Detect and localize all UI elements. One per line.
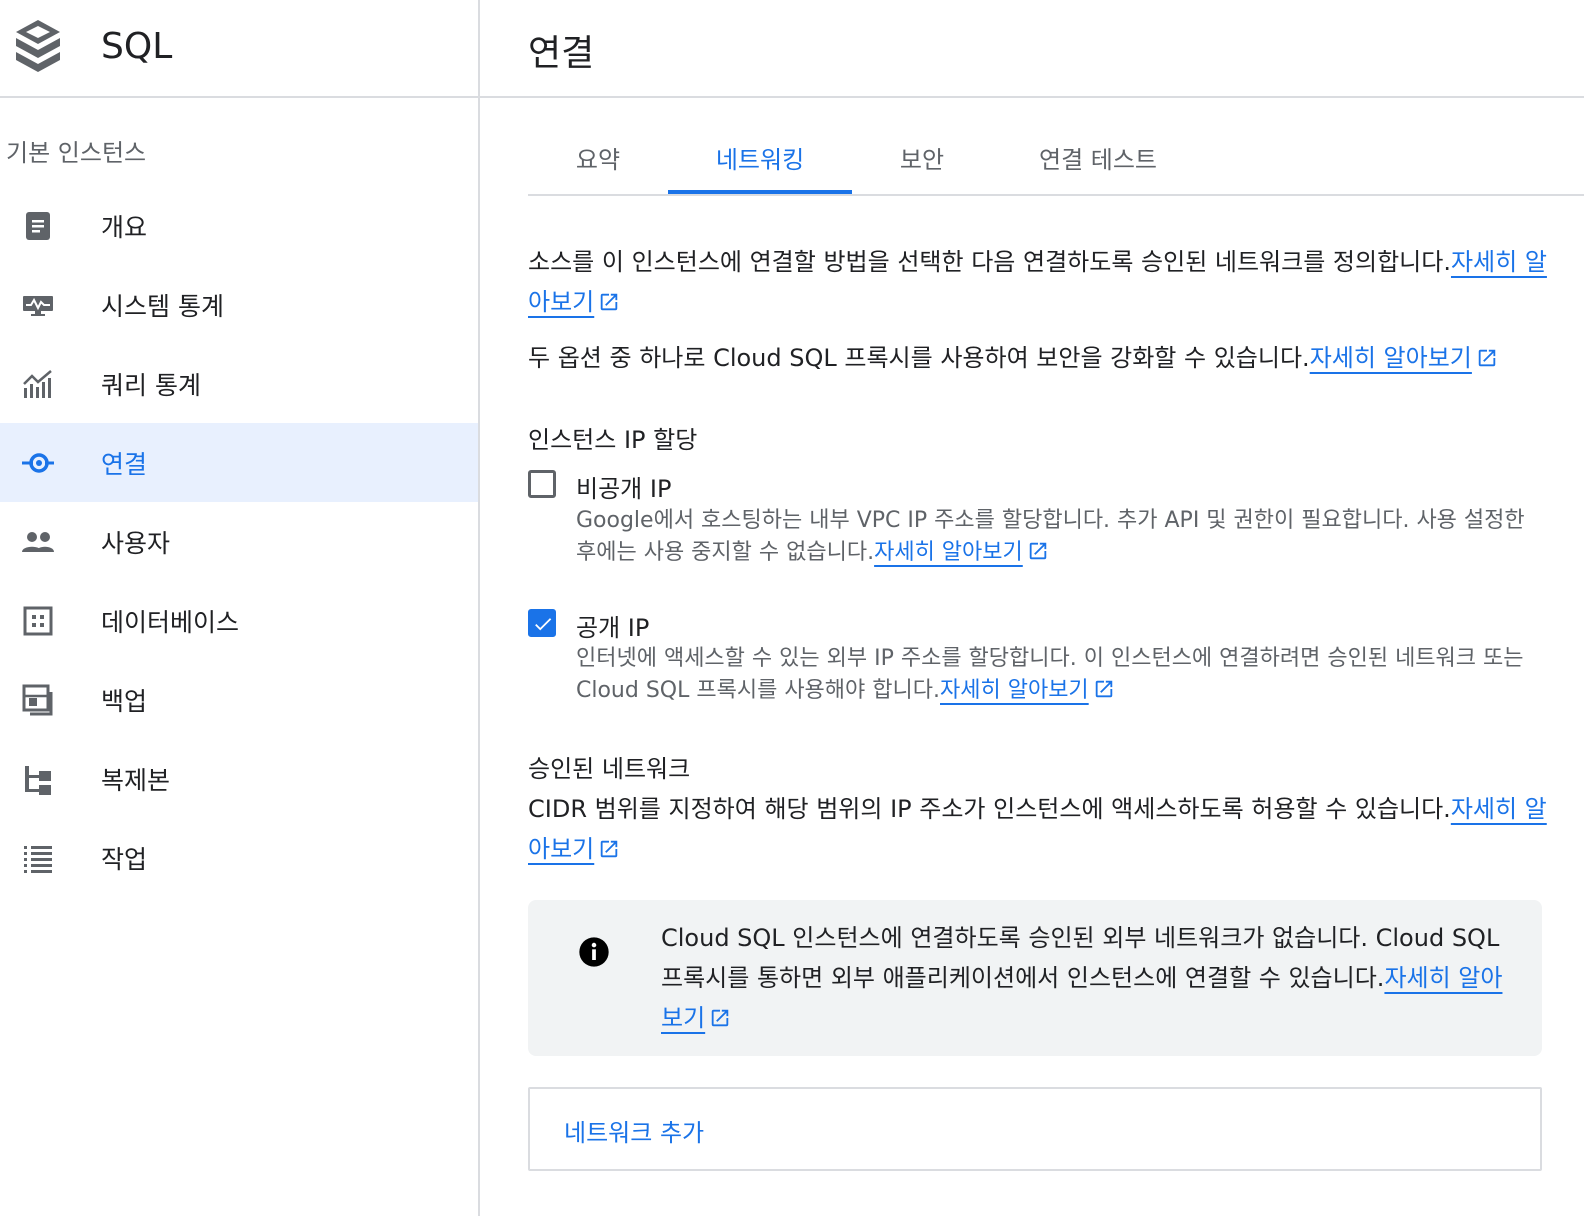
sidebar-item-label: 복제본: [101, 766, 171, 795]
external-link-icon: [601, 293, 618, 311]
add-network-button[interactable]: 네트워크 추가: [528, 1087, 1542, 1171]
sidebar-item-overview[interactable]: 개요: [0, 186, 478, 265]
tab-bar: 요약 네트워킹 보안 연결 테스트: [528, 120, 1584, 196]
chart-icon: [23, 370, 52, 398]
connection-icon: [22, 453, 54, 473]
backup-icon: [22, 684, 53, 716]
sidebar-item-label: 개요: [101, 213, 148, 242]
private-ip-description-text: Google에서 호스팅하는 내부 VPC IP 주소를 할당합니다. 추가 A…: [576, 508, 1525, 565]
sidebar-item-backups[interactable]: 백업: [0, 660, 478, 739]
sidebar-item-system-stats[interactable]: 시스템 통계: [0, 265, 478, 344]
sidebar-nav: 개요 시스템 통계 쿼리 통계 연결 사용자 데이터베이스 백업 복제본 작업: [0, 186, 478, 897]
private-ip-checkbox[interactable]: [528, 470, 556, 498]
authorized-networks-description: CIDR 범위를 지정하여 해당 범위의 IP 주소가 인스턴스에 액세스하도록…: [528, 789, 1548, 869]
sidebar-item-label: 연결: [101, 450, 148, 479]
authorized-networks-title: 승인된 네트워크: [528, 755, 691, 783]
sidebar-item-connections[interactable]: 연결: [0, 423, 478, 502]
sidebar-item-label: 작업: [101, 845, 148, 874]
tab-connectivity-test[interactable]: 연결 테스트: [1008, 120, 1188, 194]
checkmark-icon: [535, 618, 552, 631]
authorized-networks-description-text: CIDR 범위를 지정하여 해당 범위의 IP 주소가 인스턴스에 액세스하도록…: [528, 795, 1451, 823]
public-ip-description: 인터넷에 액세스할 수 있는 외부 IP 주소를 할당합니다. 이 인스턴스에 …: [576, 643, 1536, 707]
page-header: 연결: [480, 0, 1584, 98]
no-networks-info-box: Cloud SQL 인스턴스에 연결하도록 승인된 외부 네트워크가 없습니다.…: [528, 900, 1542, 1056]
external-link-icon: [1095, 680, 1112, 698]
learn-more-link[interactable]: 자세히 알아보기: [1310, 344, 1498, 372]
learn-more-link-label: 자세히 알아보기: [874, 540, 1023, 565]
sidebar-item-query-insights[interactable]: 쿼리 통계: [0, 344, 478, 423]
intro-text-1: 소스를 이 인스턴스에 연결할 방법을 선택한 다음 연결하도록 승인된 네트워…: [528, 248, 1451, 276]
intro-paragraph-2: 두 옵션 중 하나로 Cloud SQL 프록시를 사용하여 보안을 강화할 수…: [528, 338, 1548, 378]
people-icon: [22, 532, 54, 552]
database-grid-icon: [23, 606, 53, 636]
learn-more-link-label: 자세히 알아보기: [1309, 344, 1472, 372]
cloud-sql-icon: [16, 20, 60, 72]
ip-assignment-title: 인스턴스 IP 할당: [528, 426, 698, 454]
intro-text-2: 두 옵션 중 하나로 Cloud SQL 프록시를 사용하여 보안을 강화할 수…: [528, 344, 1310, 372]
external-link-icon: [711, 1009, 729, 1027]
sidebar-item-replicas[interactable]: 복제본: [0, 739, 478, 818]
sidebar-item-label: 사용자: [101, 529, 171, 558]
external-link-icon: [601, 840, 618, 858]
learn-more-link-label: 자세히 알아보기: [940, 678, 1089, 703]
info-message: Cloud SQL 인스턴스에 연결하도록 승인된 외부 네트워크가 없습니다.…: [661, 918, 1521, 1038]
sidebar-item-databases[interactable]: 데이터베이스: [0, 581, 478, 660]
replica-icon: [25, 766, 51, 795]
brand-title: SQL: [101, 26, 173, 67]
tab-summary[interactable]: 요약: [538, 120, 658, 194]
clipboard-icon: [26, 212, 50, 240]
public-ip-label: 공개 IP: [576, 614, 650, 642]
sidebar-item-label: 데이터베이스: [101, 608, 240, 637]
sidebar-item-label: 시스템 통계: [101, 292, 224, 321]
main-content: 연결 요약 네트워킹 보안 연결 테스트 소스를 이 인스턴스에 연결할 방법을…: [480, 0, 1584, 1216]
page-title: 연결: [528, 33, 595, 74]
private-ip-label: 비공개 IP: [576, 475, 672, 503]
list-icon: [24, 846, 52, 873]
brand-header: SQL: [0, 0, 478, 98]
tab-security[interactable]: 보안: [862, 120, 982, 194]
sidebar-item-label: 쿼리 통계: [101, 371, 201, 400]
sidebar-item-users[interactable]: 사용자: [0, 502, 478, 581]
add-network-label: 네트워크 추가: [564, 1119, 705, 1147]
learn-more-link[interactable]: 자세히 알아보기: [940, 678, 1115, 703]
intro-section: 소스를 이 인스턴스에 연결할 방법을 선택한 다음 연결하도록 승인된 네트워…: [528, 242, 1548, 378]
intro-paragraph-1: 소스를 이 인스턴스에 연결할 방법을 선택한 다음 연결하도록 승인된 네트워…: [528, 242, 1548, 322]
tab-networking[interactable]: 네트워킹: [668, 120, 852, 194]
info-icon: [579, 937, 609, 967]
external-link-icon: [1478, 349, 1496, 367]
authorized-networks-section: CIDR 범위를 지정하여 해당 범위의 IP 주소가 인스턴스에 액세스하도록…: [528, 789, 1548, 869]
sidebar-item-operations[interactable]: 작업: [0, 818, 478, 897]
external-link-icon: [1029, 542, 1047, 560]
sidebar-item-label: 백업: [101, 687, 148, 716]
sidebar: SQL 기본 인스턴스 개요 시스템 통계 쿼리 통계 연결 사용자 데이터베이…: [0, 0, 480, 1216]
info-message-text: Cloud SQL 인스턴스에 연결하도록 승인된 외부 네트워크가 없습니다.…: [661, 924, 1500, 992]
monitor-icon: [23, 296, 53, 316]
private-ip-description: Google에서 호스팅하는 내부 VPC IP 주소를 할당합니다. 추가 A…: [576, 505, 1536, 569]
instance-section-title: 기본 인스턴스: [6, 139, 147, 167]
public-ip-checkbox[interactable]: [528, 609, 556, 637]
learn-more-link[interactable]: 자세히 알아보기: [874, 540, 1049, 565]
